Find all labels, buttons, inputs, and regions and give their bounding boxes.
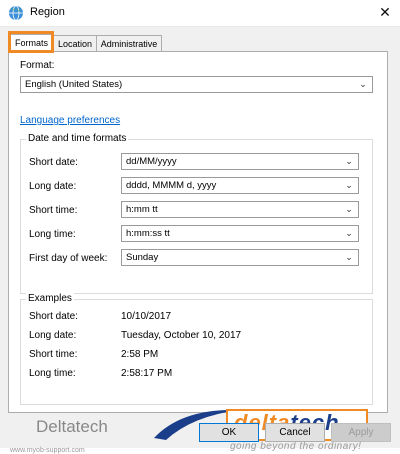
tab-label: Formats bbox=[14, 38, 48, 48]
examples-group: Examples Short date: 10/10/2017 Long dat… bbox=[20, 293, 373, 405]
group-title: Date and time formats bbox=[26, 133, 129, 144]
chevron-down-icon: ⌄ bbox=[345, 252, 353, 262]
example-long-time-label: Long time: bbox=[29, 368, 76, 379]
dropdown-value: dddd, MMMM d, yyyy bbox=[126, 180, 217, 191]
group-title: Examples bbox=[26, 293, 74, 304]
close-icon: ✕ bbox=[379, 4, 391, 20]
long-time-dropdown[interactable]: h:mm:ss tt ⌄ bbox=[121, 225, 359, 242]
cancel-button[interactable]: Cancel bbox=[265, 423, 325, 442]
format-dropdown[interactable]: English (United States) ⌄ bbox=[20, 76, 373, 93]
title-bar: Region ✕ bbox=[0, 0, 400, 27]
chevron-down-icon: ⌄ bbox=[345, 180, 353, 190]
short-time-dropdown[interactable]: h:mm tt ⌄ bbox=[121, 201, 359, 218]
region-globe-icon bbox=[9, 5, 23, 21]
example-long-date-label: Long date: bbox=[29, 330, 77, 341]
tab-label: Administrative bbox=[100, 39, 158, 49]
example-long-date-value: Tuesday, October 10, 2017 bbox=[121, 330, 242, 341]
chevron-down-icon: ⌄ bbox=[345, 228, 353, 238]
date-time-formats-group: Date and time formats Short date: dd/MM/… bbox=[20, 133, 373, 294]
website-watermark: www.myob-support.com bbox=[10, 447, 85, 454]
tab-location[interactable]: Location bbox=[52, 35, 98, 52]
chevron-down-icon: ⌄ bbox=[345, 156, 353, 166]
example-short-date-label: Short date: bbox=[29, 311, 78, 322]
example-short-date-value: 10/10/2017 bbox=[121, 311, 172, 322]
format-label: Format: bbox=[20, 60, 55, 71]
dropdown-value: h:mm:ss tt bbox=[126, 228, 170, 239]
example-long-time-value: 2:58:17 PM bbox=[121, 368, 173, 379]
formats-panel: Format: English (United States) ⌄ Langua… bbox=[8, 51, 388, 413]
short-date-dropdown[interactable]: dd/MM/yyyy ⌄ bbox=[121, 153, 359, 170]
long-date-label: Long date: bbox=[29, 181, 77, 192]
first-day-of-week-dropdown[interactable]: Sunday ⌄ bbox=[121, 249, 359, 266]
dropdown-value: h:mm tt bbox=[126, 204, 158, 215]
chevron-down-icon: ⌄ bbox=[359, 79, 367, 89]
dropdown-value: dd/MM/yyyy bbox=[126, 156, 177, 167]
language-preferences-link[interactable]: Language preferences bbox=[20, 115, 120, 126]
close-button[interactable]: ✕ bbox=[370, 0, 400, 26]
first-day-of-week-label: First day of week: bbox=[29, 253, 108, 264]
tab-label: Location bbox=[57, 39, 93, 49]
dropdown-value: Sunday bbox=[126, 252, 159, 263]
short-date-label: Short date: bbox=[29, 157, 78, 168]
long-date-dropdown[interactable]: dddd, MMMM d, yyyy ⌄ bbox=[121, 177, 359, 194]
tab-formats[interactable]: Formats bbox=[9, 34, 54, 53]
example-short-time-label: Short time: bbox=[29, 349, 78, 360]
tab-administrative[interactable]: Administrative bbox=[96, 35, 162, 52]
long-time-label: Long time: bbox=[29, 229, 76, 240]
chevron-down-icon: ⌄ bbox=[345, 204, 353, 214]
logo-tagline: going beyond the ordinary! bbox=[230, 441, 362, 452]
apply-button[interactable]: Apply bbox=[331, 423, 391, 442]
window-title: Region bbox=[30, 6, 65, 18]
dialog-body: Formats Location Administrative Format: … bbox=[0, 27, 400, 454]
short-time-label: Short time: bbox=[29, 205, 78, 216]
ok-button[interactable]: OK bbox=[199, 423, 259, 442]
example-short-time-value: 2:58 PM bbox=[121, 349, 159, 360]
brand-text: Deltatech bbox=[36, 417, 108, 436]
format-value: English (United States) bbox=[25, 79, 123, 90]
